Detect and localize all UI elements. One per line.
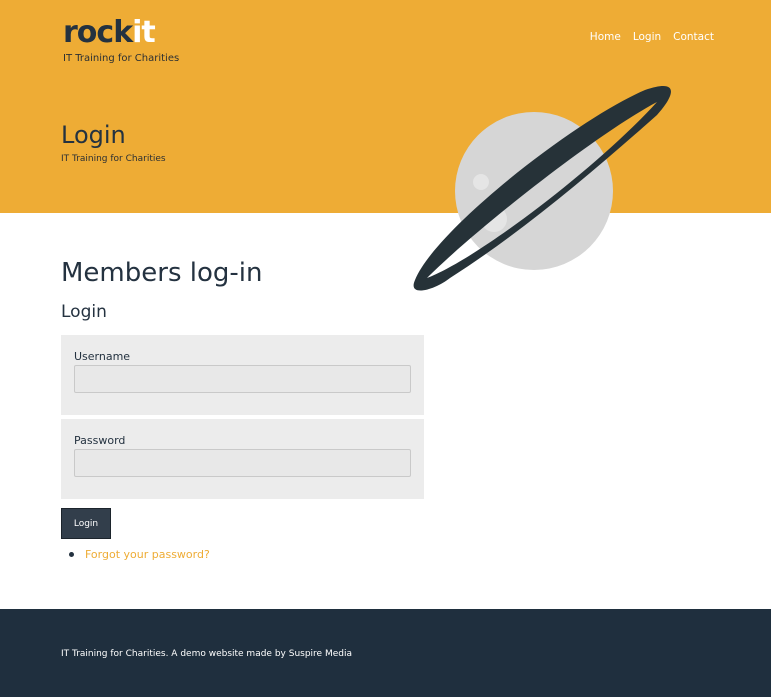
hero-title: Login — [61, 121, 126, 149]
username-field-group: Username — [61, 335, 424, 415]
nav-link-login[interactable]: Login — [633, 31, 661, 43]
password-input[interactable] — [74, 449, 411, 477]
nav-link-home[interactable]: Home — [590, 31, 621, 43]
login-button[interactable]: Login — [61, 508, 111, 539]
site-logo[interactable]: rockit — [63, 15, 156, 50]
footer-text: IT Training for Charities. A demo websit… — [61, 649, 352, 659]
account-links: Forgot your password? — [69, 548, 210, 561]
forgot-password-link[interactable]: Forgot your password? — [85, 548, 210, 561]
planet-crater-small — [473, 174, 489, 190]
nav-link-contact[interactable]: Contact — [673, 31, 714, 43]
planet-illustration — [413, 86, 671, 291]
username-label: Username — [74, 350, 131, 363]
main-nav: Home Login Contact — [590, 31, 714, 43]
password-label: Password — [74, 434, 126, 447]
hero-subtitle: IT Training for Charities — [61, 154, 166, 164]
logo-text-main: rock — [63, 15, 133, 50]
list-item: Forgot your password? — [69, 548, 210, 561]
bullet-dot-icon — [69, 552, 74, 557]
password-field-group: Password — [61, 419, 424, 499]
username-input[interactable] — [74, 365, 411, 393]
site-footer: IT Training for Charities. A demo websit… — [0, 609, 771, 697]
form-heading: Login — [61, 302, 107, 322]
page-title: Members log-in — [61, 258, 263, 288]
site-tagline: IT Training for Charities — [63, 53, 180, 64]
logo-text-accent: it — [132, 15, 156, 50]
